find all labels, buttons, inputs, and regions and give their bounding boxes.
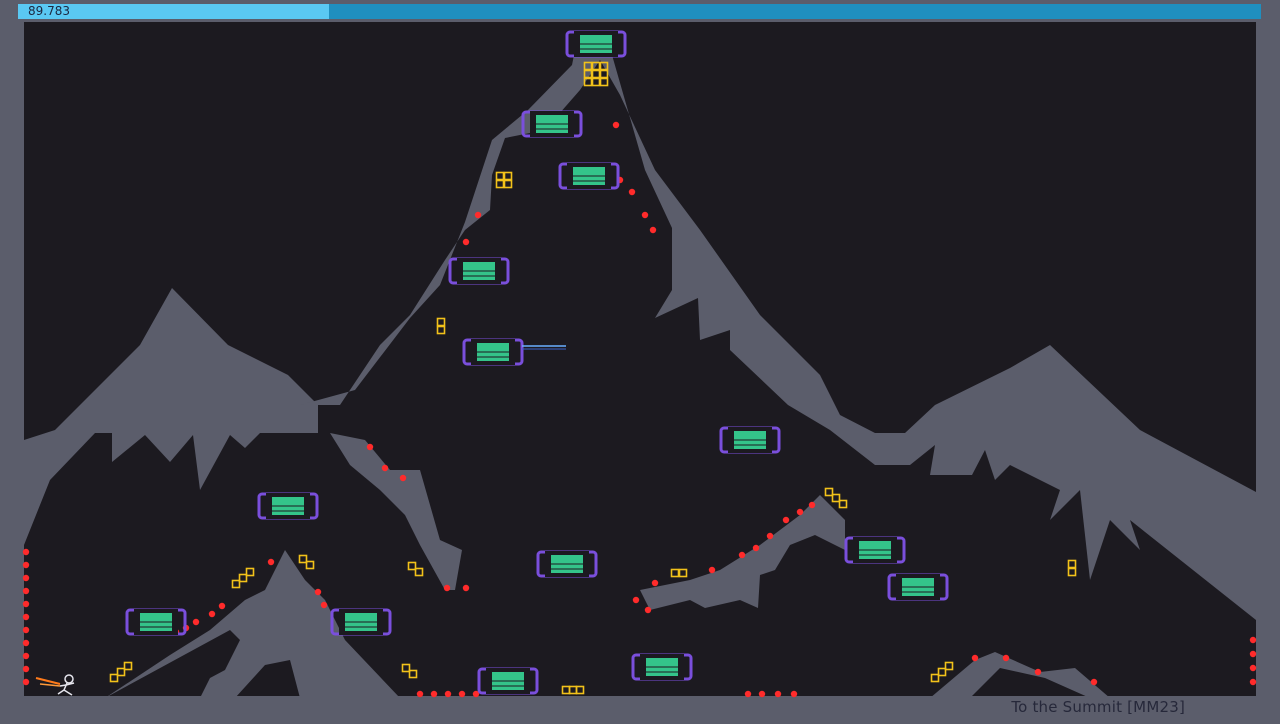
bounce-block xyxy=(887,573,949,601)
mine-icon xyxy=(444,690,452,698)
bounce-block xyxy=(521,110,583,138)
mine-icon xyxy=(766,532,774,540)
mine-icon xyxy=(22,639,30,647)
mine-icon xyxy=(744,690,752,698)
mine-icon xyxy=(651,579,659,587)
mine-icon xyxy=(314,588,322,596)
mine-icon xyxy=(218,602,226,610)
mine-icon xyxy=(649,226,657,234)
mine-icon xyxy=(808,501,816,509)
bounce-block xyxy=(565,30,627,58)
bounce-block xyxy=(448,257,510,285)
mine-icon xyxy=(22,587,30,595)
bounce-block xyxy=(631,653,693,681)
mine-icon xyxy=(22,574,30,582)
mine-icon xyxy=(752,544,760,552)
mine-icon xyxy=(782,516,790,524)
mine-icon xyxy=(22,600,30,608)
mine-icon xyxy=(1249,678,1257,686)
bounce-block xyxy=(477,667,539,695)
mine-icon xyxy=(790,690,798,698)
bounce-block xyxy=(719,426,781,454)
mine-icon xyxy=(443,584,451,592)
mine-icon xyxy=(192,618,200,626)
time-bar: 89.783 xyxy=(18,4,1261,19)
mine-icon xyxy=(628,188,636,196)
mine-icon xyxy=(462,584,470,592)
mine-icon xyxy=(458,690,466,698)
mine-icon xyxy=(22,678,30,686)
mine-icon xyxy=(774,690,782,698)
mine-icon xyxy=(381,464,389,472)
mine-icon xyxy=(474,211,482,219)
bounce-block xyxy=(257,492,319,520)
bounce-block xyxy=(125,608,187,636)
time-remaining: 89.783 xyxy=(28,4,70,18)
mine-icon xyxy=(22,561,30,569)
mine-icon xyxy=(22,613,30,621)
mine-icon xyxy=(644,606,652,614)
mine-icon xyxy=(971,654,979,662)
mine-icon xyxy=(430,690,438,698)
mine-icon xyxy=(738,551,746,559)
mine-icon xyxy=(320,601,328,609)
mine-icon xyxy=(1090,678,1098,686)
mine-icon xyxy=(208,610,216,618)
mine-icon xyxy=(1249,650,1257,658)
mine-icon xyxy=(708,566,716,574)
mine-icon xyxy=(1002,654,1010,662)
bounce-block xyxy=(330,608,392,636)
mine-icon xyxy=(22,652,30,660)
bounce-block xyxy=(536,550,598,578)
mine-icon xyxy=(416,690,424,698)
level-map xyxy=(22,22,1257,720)
mine-icon xyxy=(267,558,275,566)
mine-icon xyxy=(399,474,407,482)
mine-icon xyxy=(1249,664,1257,672)
mine-icon xyxy=(632,596,640,604)
mine-icon xyxy=(612,121,620,129)
mine-icon xyxy=(22,548,30,556)
mine-icon xyxy=(22,626,30,634)
bounce-block xyxy=(558,162,620,190)
mine-icon xyxy=(1249,636,1257,644)
level-name: To the Summit [MM23] xyxy=(1011,698,1185,716)
game-stage xyxy=(0,0,1280,720)
mine-icon xyxy=(796,508,804,516)
mine-icon xyxy=(641,211,649,219)
mine-icon xyxy=(758,690,766,698)
bounce-block xyxy=(462,338,524,366)
mine-icon xyxy=(22,665,30,673)
bounce-block xyxy=(844,536,906,564)
mine-icon xyxy=(462,238,470,246)
mine-icon xyxy=(366,443,374,451)
mine-icon xyxy=(1034,668,1042,676)
